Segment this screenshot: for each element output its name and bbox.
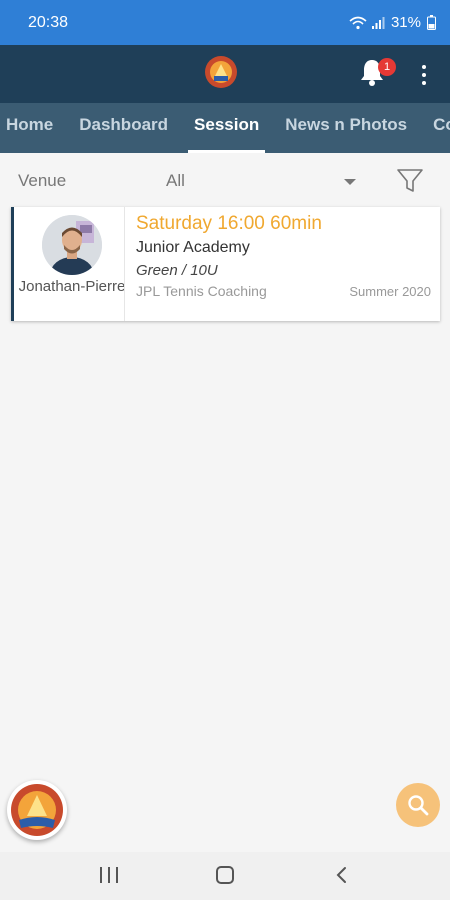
search-button[interactable]: [396, 783, 440, 827]
recent-apps-icon[interactable]: [100, 867, 118, 883]
home-icon[interactable]: [216, 866, 234, 884]
session-level: Green / 10U: [136, 262, 218, 279]
session-title: Junior Academy: [136, 239, 250, 256]
status-icons: [349, 16, 385, 30]
coach-name: Jonathan-Pierre: [18, 278, 126, 295]
club-logo-button[interactable]: [7, 780, 67, 840]
tab-dashboard[interactable]: Dashboard: [73, 103, 174, 153]
venue-label: Venue: [18, 171, 67, 190]
battery-icon: [427, 15, 436, 30]
session-venue: JPL Tennis Coaching: [136, 283, 267, 299]
card-divider: [124, 207, 125, 321]
dropdown-arrow-icon[interactable]: [344, 179, 356, 185]
status-time: 20:38: [28, 13, 69, 31]
session-time: Saturday 16:00 60min: [136, 213, 322, 234]
tab-session[interactable]: Session: [188, 103, 266, 153]
filter-icon[interactable]: [396, 168, 424, 194]
signal-icon: [371, 16, 385, 29]
notification-badge[interactable]: 1: [378, 58, 396, 76]
tab-co[interactable]: Co: [427, 103, 450, 153]
session-term: Summer 2020: [349, 284, 431, 299]
back-icon[interactable]: [334, 866, 350, 884]
status-bar: 20:38 31%: [0, 0, 450, 45]
tab-bar: Home Dashboard Session News n Photos Co: [0, 103, 450, 153]
wifi-icon: [349, 16, 367, 29]
club-logo-icon[interactable]: [204, 55, 238, 89]
club-logo-icon: [11, 784, 63, 836]
battery-percent: 31%: [390, 14, 421, 31]
coach-avatar: [42, 215, 102, 275]
session-card[interactable]: Jonathan-Pierre Saturday 16:00 60min Jun…: [11, 207, 440, 321]
status-right: 31%: [349, 14, 436, 31]
more-vert-icon[interactable]: [418, 63, 430, 87]
venue-select[interactable]: All: [166, 171, 185, 191]
tab-news-n-photos[interactable]: News n Photos: [279, 103, 413, 153]
search-icon: [408, 795, 429, 816]
venue-filter-row: Venue All: [0, 155, 450, 207]
tab-home[interactable]: Home: [0, 103, 59, 153]
app-bar: 1: [0, 45, 450, 103]
